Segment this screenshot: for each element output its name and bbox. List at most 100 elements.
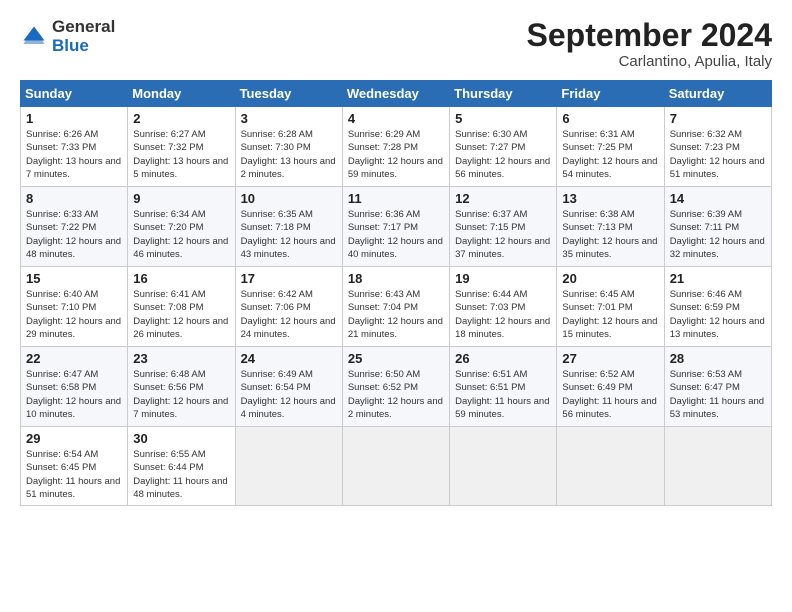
calendar: Sunday Monday Tuesday Wednesday Thursday… [20,80,772,506]
day-info: Sunrise: 6:45 AMSunset: 7:01 PMDaylight:… [562,289,657,340]
day-info: Sunrise: 6:50 AMSunset: 6:52 PMDaylight:… [348,369,443,420]
day-info: Sunrise: 6:28 AMSunset: 7:30 PMDaylight:… [241,129,336,180]
table-cell: 16 Sunrise: 6:41 AMSunset: 7:08 PMDaylig… [128,267,235,347]
day-info: Sunrise: 6:32 AMSunset: 7:23 PMDaylight:… [670,129,765,180]
day-number: 16 [133,271,229,286]
table-cell: 7 Sunrise: 6:32 AMSunset: 7:23 PMDayligh… [664,107,771,187]
day-info: Sunrise: 6:43 AMSunset: 7:04 PMDaylight:… [348,289,443,340]
calendar-header-row: Sunday Monday Tuesday Wednesday Thursday… [21,81,772,107]
day-number: 19 [455,271,551,286]
table-cell: 12 Sunrise: 6:37 AMSunset: 7:15 PMDaylig… [450,187,557,267]
table-cell: 1 Sunrise: 6:26 AMSunset: 7:33 PMDayligh… [21,107,128,187]
table-cell: 26 Sunrise: 6:51 AMSunset: 6:51 PMDaylig… [450,347,557,427]
table-cell: 5 Sunrise: 6:30 AMSunset: 7:27 PMDayligh… [450,107,557,187]
col-sunday: Sunday [21,81,128,107]
day-info: Sunrise: 6:39 AMSunset: 7:11 PMDaylight:… [670,209,765,260]
table-cell: 25 Sunrise: 6:50 AMSunset: 6:52 PMDaylig… [342,347,449,427]
day-info: Sunrise: 6:52 AMSunset: 6:49 PMDaylight:… [562,369,656,420]
header: General Blue September 2024 Carlantino, … [20,18,772,70]
day-number: 29 [26,431,122,446]
day-number: 28 [670,351,766,366]
table-cell: 19 Sunrise: 6:44 AMSunset: 7:03 PMDaylig… [450,267,557,347]
table-cell: 4 Sunrise: 6:29 AMSunset: 7:28 PMDayligh… [342,107,449,187]
day-info: Sunrise: 6:44 AMSunset: 7:03 PMDaylight:… [455,289,550,340]
day-number: 1 [26,111,122,126]
table-cell: 2 Sunrise: 6:27 AMSunset: 7:32 PMDayligh… [128,107,235,187]
day-number: 7 [670,111,766,126]
day-number: 15 [26,271,122,286]
table-cell: 6 Sunrise: 6:31 AMSunset: 7:25 PMDayligh… [557,107,664,187]
day-info: Sunrise: 6:42 AMSunset: 7:06 PMDaylight:… [241,289,336,340]
table-cell: 18 Sunrise: 6:43 AMSunset: 7:04 PMDaylig… [342,267,449,347]
day-info: Sunrise: 6:55 AMSunset: 6:44 PMDaylight:… [133,449,227,500]
day-info: Sunrise: 6:30 AMSunset: 7:27 PMDaylight:… [455,129,550,180]
day-number: 20 [562,271,658,286]
day-info: Sunrise: 6:48 AMSunset: 6:56 PMDaylight:… [133,369,228,420]
col-monday: Monday [128,81,235,107]
day-info: Sunrise: 6:29 AMSunset: 7:28 PMDaylight:… [348,129,443,180]
page: { "header": { "logo_general": "General",… [0,0,792,612]
day-info: Sunrise: 6:27 AMSunset: 7:32 PMDaylight:… [133,129,228,180]
day-number: 5 [455,111,551,126]
table-cell [664,427,771,506]
day-number: 9 [133,191,229,206]
day-number: 2 [133,111,229,126]
day-number: 21 [670,271,766,286]
day-info: Sunrise: 6:31 AMSunset: 7:25 PMDaylight:… [562,129,657,180]
table-cell [557,427,664,506]
day-info: Sunrise: 6:33 AMSunset: 7:22 PMDaylight:… [26,209,121,260]
day-info: Sunrise: 6:38 AMSunset: 7:13 PMDaylight:… [562,209,657,260]
month-title: September 2024 [527,18,772,53]
table-cell [342,427,449,506]
day-number: 24 [241,351,337,366]
day-info: Sunrise: 6:49 AMSunset: 6:54 PMDaylight:… [241,369,336,420]
table-cell: 3 Sunrise: 6:28 AMSunset: 7:30 PMDayligh… [235,107,342,187]
table-cell: 11 Sunrise: 6:36 AMSunset: 7:17 PMDaylig… [342,187,449,267]
day-number: 3 [241,111,337,126]
day-number: 23 [133,351,229,366]
day-number: 26 [455,351,551,366]
table-cell [450,427,557,506]
logo-blue: Blue [52,36,89,55]
day-info: Sunrise: 6:51 AMSunset: 6:51 PMDaylight:… [455,369,549,420]
day-number: 25 [348,351,444,366]
day-info: Sunrise: 6:40 AMSunset: 7:10 PMDaylight:… [26,289,121,340]
day-number: 18 [348,271,444,286]
table-cell: 23 Sunrise: 6:48 AMSunset: 6:56 PMDaylig… [128,347,235,427]
table-cell: 14 Sunrise: 6:39 AMSunset: 7:11 PMDaylig… [664,187,771,267]
day-number: 12 [455,191,551,206]
logo-general: General [52,17,115,36]
day-info: Sunrise: 6:26 AMSunset: 7:33 PMDaylight:… [26,129,121,180]
table-cell: 27 Sunrise: 6:52 AMSunset: 6:49 PMDaylig… [557,347,664,427]
table-cell: 9 Sunrise: 6:34 AMSunset: 7:20 PMDayligh… [128,187,235,267]
day-info: Sunrise: 6:41 AMSunset: 7:08 PMDaylight:… [133,289,228,340]
table-cell: 21 Sunrise: 6:46 AMSunset: 6:59 PMDaylig… [664,267,771,347]
col-friday: Friday [557,81,664,107]
day-number: 22 [26,351,122,366]
day-info: Sunrise: 6:46 AMSunset: 6:59 PMDaylight:… [670,289,765,340]
logo: General Blue [20,18,115,55]
title-block: September 2024 Carlantino, Apulia, Italy [527,18,772,70]
day-info: Sunrise: 6:35 AMSunset: 7:18 PMDaylight:… [241,209,336,260]
day-number: 6 [562,111,658,126]
day-number: 14 [670,191,766,206]
table-cell [235,427,342,506]
table-cell: 22 Sunrise: 6:47 AMSunset: 6:58 PMDaylig… [21,347,128,427]
day-number: 13 [562,191,658,206]
day-number: 10 [241,191,337,206]
col-wednesday: Wednesday [342,81,449,107]
col-saturday: Saturday [664,81,771,107]
day-info: Sunrise: 6:53 AMSunset: 6:47 PMDaylight:… [670,369,764,420]
logo-text: General Blue [52,18,115,55]
day-info: Sunrise: 6:34 AMSunset: 7:20 PMDaylight:… [133,209,228,260]
table-cell: 30 Sunrise: 6:55 AMSunset: 6:44 PMDaylig… [128,427,235,506]
day-info: Sunrise: 6:37 AMSunset: 7:15 PMDaylight:… [455,209,550,260]
day-number: 11 [348,191,444,206]
day-info: Sunrise: 6:47 AMSunset: 6:58 PMDaylight:… [26,369,121,420]
day-number: 8 [26,191,122,206]
day-number: 4 [348,111,444,126]
day-info: Sunrise: 6:36 AMSunset: 7:17 PMDaylight:… [348,209,443,260]
day-info: Sunrise: 6:54 AMSunset: 6:45 PMDaylight:… [26,449,120,500]
table-cell: 28 Sunrise: 6:53 AMSunset: 6:47 PMDaylig… [664,347,771,427]
logo-icon [20,23,48,51]
